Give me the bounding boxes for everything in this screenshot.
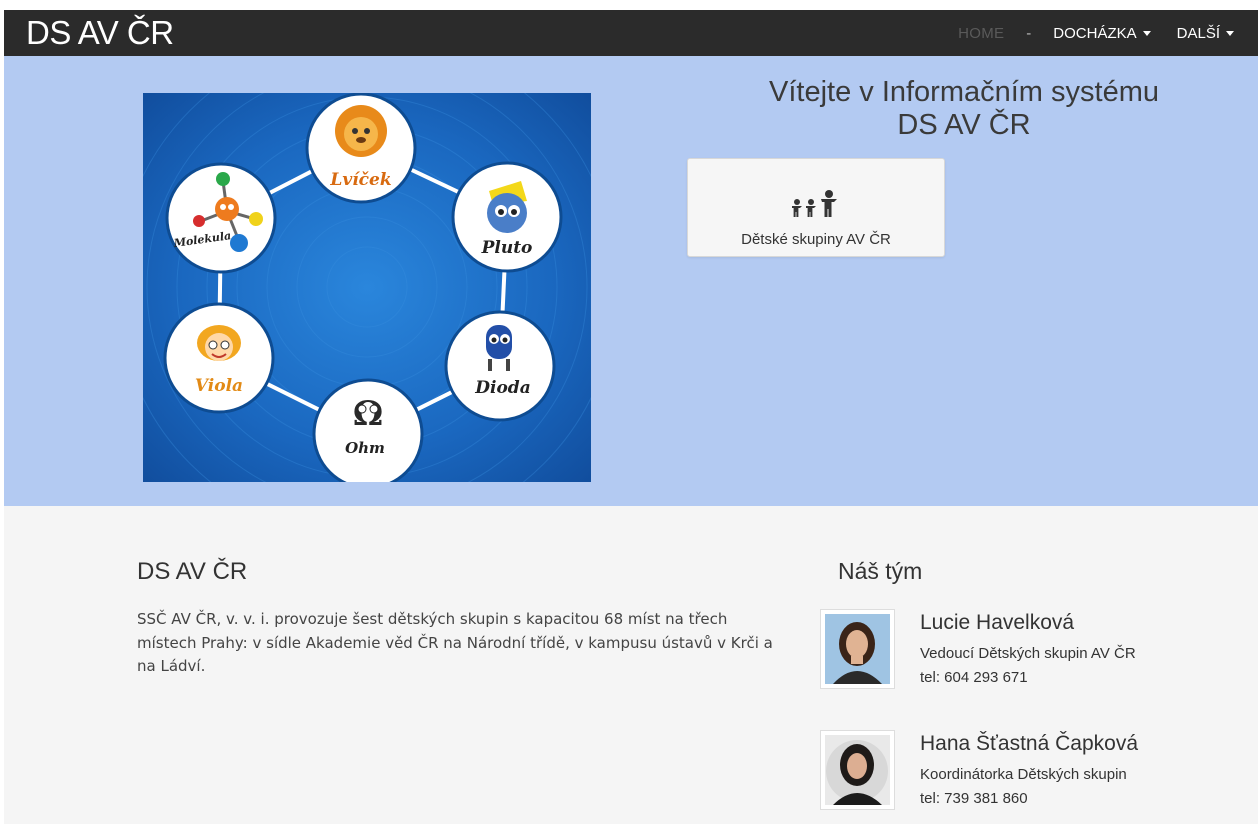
svg-text:Dioda: Dioda xyxy=(474,378,530,398)
caret-down-icon xyxy=(1226,30,1234,36)
molekula-character-icon: Molekula xyxy=(165,162,277,274)
svg-text:Ω: Ω xyxy=(353,394,383,434)
welcome-heading: Vítejte v Informačním systému DS AV ČR xyxy=(694,76,1234,142)
svg-text:Pluto: Pluto xyxy=(481,238,533,258)
welcome-heading-line2: DS AV ČR xyxy=(897,109,1031,141)
svg-text:Viola: Viola xyxy=(195,376,243,396)
hero-section: Lvíček Pluto Dioda Ω Ohm Viola Molekula … xyxy=(4,56,1258,506)
team-member-name: Lucie Havelková xyxy=(920,611,1075,634)
team-title: Náš tým xyxy=(838,558,923,584)
team-member-role: Vedoucí Dětských skupin AV ČR xyxy=(920,645,1136,662)
team-member-card: Lucie Havelková Vedoucí Dětských skupin … xyxy=(820,609,1240,689)
nav-dropdown-attendance[interactable]: DOCHÁZKA xyxy=(1053,24,1151,42)
children-groups-card[interactable]: Dětské skupiny AV ČR xyxy=(687,158,945,257)
team-member-name: Hana Šťastná Čapková xyxy=(920,732,1139,755)
team-member-phone: tel: 739 381 860 xyxy=(920,790,1028,807)
children-group-icon xyxy=(788,189,846,228)
content-section: DS AV ČR SSČ AV ČR, v. v. i. provozuje š… xyxy=(4,506,1258,824)
team-member-photo xyxy=(820,609,895,689)
nav-separator: - xyxy=(1026,24,1032,42)
lvicek-character-icon: Lvíček xyxy=(305,93,417,204)
dioda-character-icon: Dioda xyxy=(444,310,556,422)
team-member-phone: tel: 604 293 671 xyxy=(920,669,1028,686)
welcome-heading-line1: Vítejte v Informačním systému xyxy=(768,76,1159,108)
children-groups-card-label: Dětské skupiny AV ČR xyxy=(741,231,891,248)
viola-character-icon: Viola xyxy=(163,302,275,414)
nav-home-link[interactable]: HOME xyxy=(958,25,1004,42)
nav-dropdown-more-label: DALŠÍ xyxy=(1176,24,1220,42)
about-title: DS AV ČR xyxy=(137,558,248,585)
pluto-character-icon: Pluto xyxy=(451,161,563,273)
svg-text:Lvíček: Lvíček xyxy=(329,170,391,190)
caret-down-icon xyxy=(1142,30,1151,36)
svg-text:Ohm: Ohm xyxy=(345,439,385,457)
children-groups-logo-image: Lvíček Pluto Dioda Ω Ohm Viola Molekula xyxy=(143,93,591,482)
nav-dropdown-attendance-label: DOCHÁZKA xyxy=(1053,24,1137,42)
top-navbar: DS AV ČR HOME - DOCHÁZKA DALŠÍ xyxy=(4,10,1258,56)
ohm-character-icon: Ω Ohm xyxy=(312,378,424,482)
team-member-photo xyxy=(820,730,895,810)
about-text: SSČ AV ČR, v. v. i. provozuje šest dětsk… xyxy=(137,610,773,675)
brand-logo-text[interactable]: DS AV ČR xyxy=(26,14,174,52)
team-member-role: Koordinátorka Dětských skupin xyxy=(920,766,1127,783)
nav-menu: HOME - DOCHÁZKA DALŠÍ xyxy=(958,10,1234,56)
team-member-card: Hana Šťastná Čapková Koordinátorka Dětsk… xyxy=(820,730,1240,810)
nav-dropdown-more[interactable]: DALŠÍ xyxy=(1177,25,1234,42)
